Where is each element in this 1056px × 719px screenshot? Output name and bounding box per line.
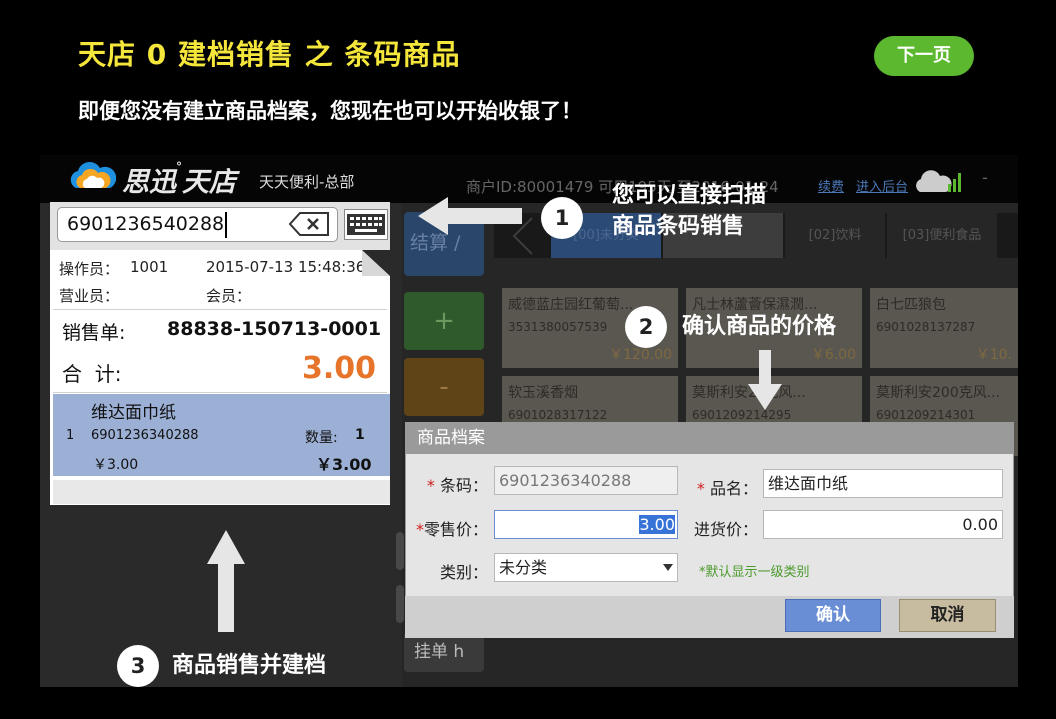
- purchase-price-field[interactable]: 0.00: [763, 510, 1003, 539]
- step-1-line1: 您可以直接扫描: [612, 183, 767, 208]
- admin-link[interactable]: 进入后台: [856, 176, 908, 195]
- tab-convenience-food[interactable]: [03]便利食品: [887, 213, 997, 258]
- minus-button[interactable]: -: [404, 358, 484, 416]
- purchase-price-label: 进货价：: [693, 520, 758, 539]
- item-unit-price: ￥3.00: [93, 457, 139, 473]
- product-name: 软玉溪香烟: [508, 385, 578, 401]
- item-subtotal: ￥3.00: [316, 455, 372, 474]
- product-name-field[interactable]: 维达面巾纸: [763, 469, 1003, 498]
- chevron-down-icon: [663, 564, 673, 571]
- category-hint: *默认显示一级类别: [699, 565, 810, 580]
- total-label: 合 计:: [62, 362, 122, 386]
- receipt-datetime: 2015-07-13 15:48:36: [206, 258, 366, 276]
- item-code: 6901236340288: [91, 428, 199, 443]
- item-qty: 1: [355, 427, 365, 443]
- product-name: 莫斯利安200克风...: [876, 385, 1001, 401]
- product-price: ￥10.: [975, 347, 1012, 363]
- product-name: 白七匹狼包: [876, 297, 946, 313]
- cancel-button[interactable]: 取消: [899, 599, 996, 632]
- barcode-field[interactable]: 6901236340288: [494, 466, 678, 495]
- text-caret: [225, 212, 227, 238]
- step-1-line2: 商品条码销售: [612, 214, 745, 239]
- product-name-label: * 品名：: [696, 479, 758, 498]
- item-index: 1: [66, 428, 75, 443]
- plus-button[interactable]: +: [404, 292, 484, 350]
- product-code: 6901028317122: [508, 408, 608, 422]
- retail-price-label: *零售价：: [415, 520, 488, 539]
- confirm-button[interactable]: 确认: [785, 599, 881, 632]
- product-code: 6901209214295: [692, 408, 792, 422]
- store-name: 天天便利-总部: [259, 173, 355, 191]
- page-fold-icon: [362, 250, 390, 276]
- step-3-text: 商品销售并建档: [172, 653, 327, 678]
- operator-id: 1001: [130, 258, 169, 276]
- product-price: ￥6.00: [810, 347, 856, 363]
- empty-row: [53, 480, 390, 504]
- brand-name: 思迅°天店: [122, 160, 236, 198]
- clerk-label: 营业员：: [59, 287, 120, 305]
- keyboard-icon[interactable]: [344, 209, 388, 240]
- dialog-title: 商品档案: [405, 422, 1014, 454]
- product-code: 6901028137287: [876, 320, 976, 334]
- side-button[interactable]: [396, 585, 404, 623]
- backspace-icon[interactable]: [288, 211, 330, 237]
- cloud-signal-icon: [916, 170, 961, 192]
- product-code: 6901209214301: [876, 408, 976, 422]
- arrow-down-icon: [748, 350, 782, 410]
- barcode-label: * 条码：: [426, 476, 488, 495]
- order-number: 88838-150713-0001: [167, 318, 382, 340]
- slide-subtitle: 即便您没有建立商品档案，您现在也可以开始收银了！: [78, 99, 582, 123]
- operator-label: 操作员：: [59, 260, 120, 278]
- category-label: 类别：: [439, 563, 488, 582]
- divider: [53, 309, 387, 310]
- step-2-badge: 2: [625, 306, 667, 348]
- total-amount: 3.00: [302, 351, 377, 386]
- step-2-text: 确认商品的价格: [682, 314, 837, 339]
- item-name: 维达面巾纸: [91, 403, 176, 423]
- barcode-search-value: 6901236540288: [67, 213, 225, 235]
- side-button[interactable]: [396, 532, 404, 570]
- next-page-button[interactable]: 下一页: [874, 36, 974, 76]
- divider: [53, 392, 387, 393]
- member-label: 会员：: [206, 287, 252, 305]
- cloud-logo-icon: [70, 162, 116, 188]
- renew-link[interactable]: 续费: [818, 176, 844, 195]
- step-1-badge: 1: [541, 197, 583, 239]
- product-card[interactable]: 白七匹狼包 6901028137287 ￥10.: [870, 288, 1018, 368]
- minimize-button[interactable]: -: [982, 168, 988, 187]
- step-3-badge: 3: [117, 645, 159, 687]
- item-qty-label: 数量:: [305, 430, 338, 446]
- order-label: 销售单:: [62, 322, 126, 344]
- slide-title: 天店 0 建档销售 之 条码商品: [78, 38, 461, 71]
- hold-order-button[interactable]: 挂单 h: [404, 632, 484, 672]
- category-select[interactable]: 未分类: [494, 553, 678, 582]
- arrow-up-icon: [207, 530, 245, 632]
- retail-price-field[interactable]: 3.00: [494, 510, 678, 539]
- tab-drinks[interactable]: [02]饮料: [785, 213, 885, 258]
- arrow-left-icon: [418, 197, 522, 235]
